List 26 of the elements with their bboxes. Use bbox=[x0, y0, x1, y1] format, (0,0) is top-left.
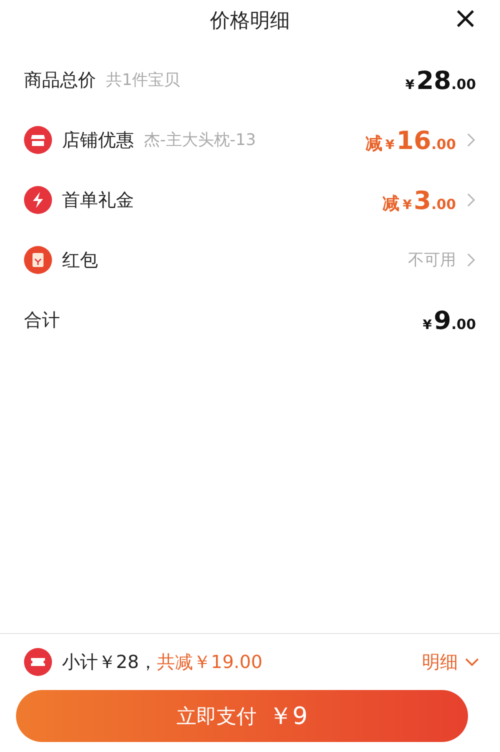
row-label: 首单礼金 bbox=[62, 189, 134, 212]
price-text: ¥9.00 bbox=[422, 306, 476, 334]
reduction-text: 共减￥19.00 bbox=[156, 651, 262, 674]
chevron-right-icon[interactable] bbox=[466, 192, 476, 208]
row-label: 合计 bbox=[24, 309, 60, 332]
sheet-title: 价格明细 bbox=[210, 6, 290, 34]
store-icon bbox=[24, 126, 52, 154]
row-label: 红包 bbox=[62, 249, 98, 272]
details-toggle[interactable]: 明细 bbox=[418, 650, 484, 674]
pay-button[interactable]: 立即支付 ￥9 bbox=[16, 690, 468, 742]
close-button[interactable]: × bbox=[448, 4, 482, 34]
row-label: 商品总价 bbox=[24, 69, 96, 92]
price-text: ¥28.00 bbox=[405, 66, 476, 94]
chevron-right-icon[interactable] bbox=[466, 132, 476, 148]
ticket-icon bbox=[24, 648, 52, 676]
chevron-down-icon bbox=[464, 657, 480, 667]
row-label: 店铺优惠 bbox=[62, 129, 134, 152]
chevron-right-icon[interactable] bbox=[466, 252, 476, 268]
envelope-icon bbox=[24, 246, 52, 274]
price-text: 减 ¥16.00 bbox=[365, 126, 456, 154]
subtotal-text: 小计￥28， bbox=[62, 651, 157, 674]
row-note: 共1件宝贝 bbox=[106, 70, 180, 90]
row-note: 杰-主大头枕-13 bbox=[144, 130, 256, 150]
lightning-icon bbox=[24, 186, 52, 214]
status-text: 不可用 bbox=[408, 250, 456, 270]
price-text: 减 ¥3.00 bbox=[382, 186, 456, 214]
